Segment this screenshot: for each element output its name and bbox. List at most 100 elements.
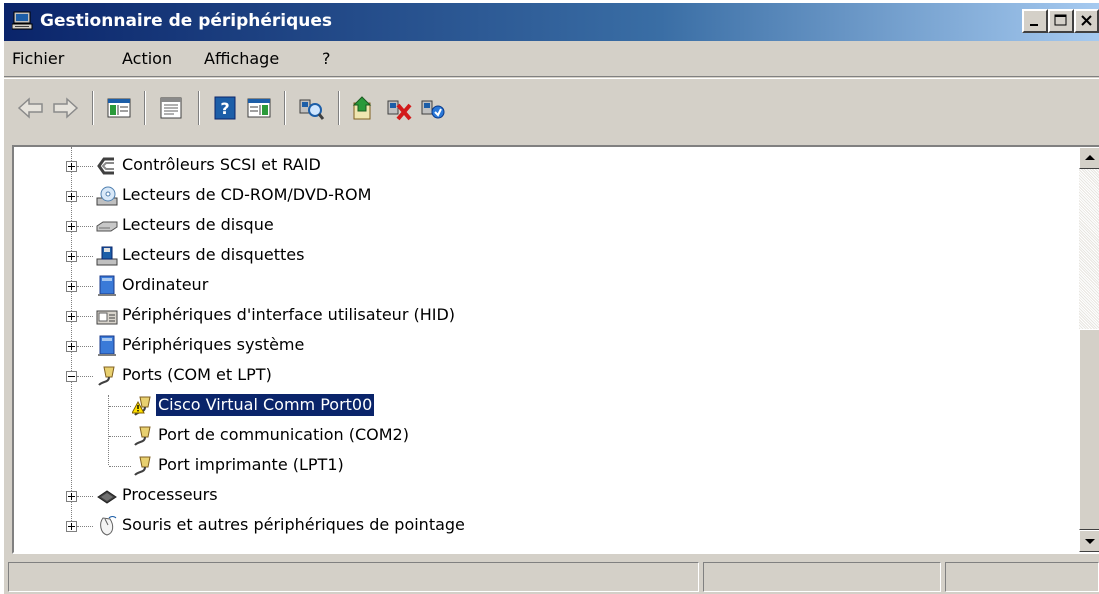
port-icon: [132, 455, 154, 477]
update-driver-button[interactable]: [350, 93, 380, 123]
expand-toggle[interactable]: [66, 221, 77, 232]
tree-connector: [77, 226, 93, 227]
svg-text:?: ?: [220, 99, 229, 118]
disable-icon: [421, 100, 445, 119]
device-manager-window: Gestionnaire de périphériques Fichier Ac…: [4, 3, 1099, 594]
arrow-down-icon: [1085, 539, 1095, 544]
menu-fichier[interactable]: Fichier: [12, 49, 64, 68]
back-icon: [17, 97, 43, 119]
expand-toggle[interactable]: [66, 521, 77, 532]
mouse-icon: [96, 515, 118, 537]
tree-connector: [109, 466, 131, 467]
uninstall-icon: [387, 100, 412, 121]
tree-connector: [77, 286, 93, 287]
tree-item-label[interactable]: Lecteurs de disquettes: [120, 244, 306, 266]
toolbar: ?: [4, 78, 1099, 143]
toolbar-separator: [92, 91, 94, 125]
tree-item-label[interactable]: Ports (COM et LPT): [120, 364, 274, 386]
maximize-button[interactable]: [1048, 9, 1074, 33]
menu-bar: Fichier Action Affichage ?: [4, 41, 1099, 77]
forward-button[interactable]: [50, 93, 80, 123]
tree-item-label[interactable]: Ordinateur: [120, 274, 210, 296]
expand-toggle[interactable]: [66, 491, 77, 502]
menu-action[interactable]: Action: [122, 49, 172, 68]
tree-connector: [77, 256, 93, 257]
tree-connector: [77, 496, 93, 497]
expand-toggle[interactable]: [66, 191, 77, 202]
tree-item-label[interactable]: Périphériques système: [120, 334, 306, 356]
expand-toggle[interactable]: [66, 281, 77, 292]
tree-item-label[interactable]: Souris et autres périphériques de pointa…: [120, 514, 467, 536]
scroll-thumb[interactable]: [1079, 329, 1099, 530]
status-pane: [703, 562, 941, 592]
scroll-down-button[interactable]: [1079, 530, 1099, 552]
disk-drive-icon: [96, 215, 118, 237]
expand-toggle[interactable]: [66, 251, 77, 262]
toolbar-separator: [284, 91, 286, 125]
scan-hardware-icon: [299, 99, 325, 120]
tree-connector: [77, 166, 93, 167]
tree-connector: [77, 316, 93, 317]
maximize-icon: [1054, 14, 1067, 26]
minimize-button[interactable]: [1022, 9, 1048, 33]
window-title: Gestionnaire de périphériques: [40, 11, 333, 31]
tree-item-label[interactable]: Périphériques d'interface utilisateur (H…: [120, 304, 457, 326]
processor-icon: [96, 485, 118, 507]
minimize-icon: [1030, 24, 1038, 26]
toolbar-separator: [338, 91, 340, 125]
console-tree-button[interactable]: [104, 93, 134, 123]
port-icon: [132, 425, 154, 447]
title-bar[interactable]: Gestionnaire de périphériques: [4, 3, 1099, 41]
toolbar-separator: [198, 91, 200, 125]
tree-connector: [71, 147, 72, 523]
scan-hardware-button[interactable]: [296, 93, 326, 123]
tree-connector: [109, 436, 131, 437]
collapse-toggle[interactable]: [66, 371, 77, 382]
tree-item-label[interactable]: Contrôleurs SCSI et RAID: [120, 154, 323, 176]
back-button[interactable]: [16, 93, 46, 123]
tree-item-label[interactable]: Cisco Virtual Comm Port00: [154, 393, 376, 417]
expand-toggle[interactable]: [66, 311, 77, 322]
expand-toggle[interactable]: [66, 161, 77, 172]
uninstall-button[interactable]: [384, 93, 414, 123]
help-icon: ?: [214, 96, 236, 120]
menu-help[interactable]: ?: [322, 49, 331, 68]
tree-item-label[interactable]: Lecteurs de disque: [120, 214, 276, 236]
tree-item-label[interactable]: Processeurs: [120, 484, 220, 506]
close-icon: [1081, 15, 1092, 26]
cdrom-icon: [96, 185, 118, 207]
status-pane: [8, 562, 699, 592]
tree-connector: [77, 376, 93, 377]
properties-icon: [160, 97, 182, 119]
close-button[interactable]: [1074, 9, 1099, 33]
disable-button[interactable]: [418, 93, 448, 123]
tree-item-label[interactable]: Lecteurs de CD-ROM/DVD-ROM: [120, 184, 373, 206]
tree-connector: [109, 406, 131, 407]
update-driver-icon: [352, 96, 372, 120]
action-pane-button[interactable]: [244, 93, 274, 123]
tree-connector: [77, 196, 93, 197]
device-tree[interactable]: Contrôleurs SCSI et RAID Lecteurs de CD-…: [12, 145, 1099, 554]
scroll-up-button[interactable]: [1079, 147, 1099, 169]
help-button[interactable]: ?: [210, 93, 240, 123]
hid-icon: [96, 305, 118, 327]
tree-connector: [77, 346, 93, 347]
port-icon: [96, 365, 118, 387]
toolbar-separator: [144, 91, 146, 125]
scsi-controller-icon: [96, 155, 118, 177]
expand-toggle[interactable]: [66, 341, 77, 352]
properties-button[interactable]: [156, 93, 186, 123]
computer-management-icon: [11, 11, 34, 35]
tree-item-label[interactable]: Port de communication (COM2): [156, 424, 411, 446]
tree-connector: [77, 526, 93, 527]
console-tree-icon: [107, 98, 131, 118]
action-pane-icon: [247, 98, 271, 118]
status-pane: [945, 562, 1099, 592]
arrow-up-icon: [1085, 155, 1095, 160]
forward-icon: [53, 97, 79, 119]
system-devices-icon: [96, 335, 118, 357]
menu-affichage[interactable]: Affichage: [204, 49, 279, 68]
tree-item-label[interactable]: Port imprimante (LPT1): [156, 454, 346, 476]
port-warning-icon: [131, 395, 154, 417]
vertical-scrollbar[interactable]: [1079, 147, 1099, 552]
